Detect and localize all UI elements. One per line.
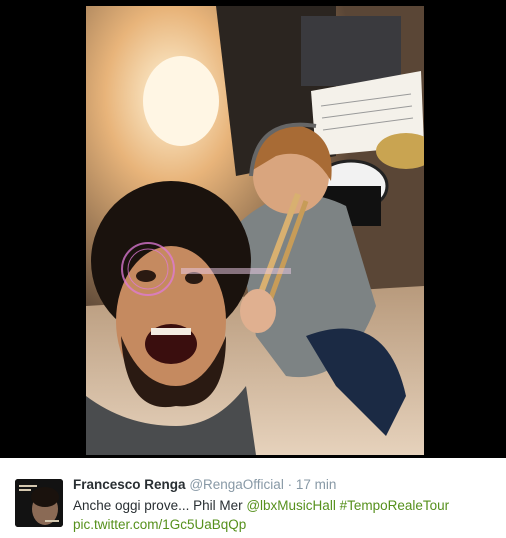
avatar[interactable] <box>15 479 63 527</box>
author-handle[interactable]: @RengaOfficial <box>189 477 284 492</box>
tweet-card: Francesco Renga @RengaOfficial · 17 min … <box>0 458 506 538</box>
hashtag-link[interactable]: #TempoRealeTour <box>340 498 450 513</box>
selfie-photo-icon <box>86 6 424 455</box>
header-separator: · <box>287 477 293 492</box>
tweet-text-line-1: Anche oggi prove... Phil Mer @lbxMusicHa… <box>73 496 493 515</box>
media-link[interactable]: pic.twitter.com/1Gc5UaBqQp <box>73 517 246 532</box>
tweet-text-line-2: pic.twitter.com/1Gc5UaBqQp <box>73 515 493 534</box>
album-cover-avatar-icon <box>15 479 63 527</box>
tweet-text: Anche oggi prove... Phil Mer @lbxMusicHa… <box>73 496 493 534</box>
media-stage <box>0 0 506 458</box>
mention-link[interactable]: @lbxMusicHall <box>246 498 335 513</box>
author-name[interactable]: Francesco Renga <box>73 477 186 492</box>
tweet-text-plain: Anche oggi prove... Phil Mer <box>73 498 247 513</box>
tweet-timestamp[interactable]: 17 min <box>296 477 337 492</box>
tweet-header: Francesco Renga @RengaOfficial · 17 min <box>73 476 336 494</box>
tweet-media-viewer: Francesco Renga @RengaOfficial · 17 min … <box>0 0 506 538</box>
tweet-photo[interactable] <box>86 6 424 455</box>
